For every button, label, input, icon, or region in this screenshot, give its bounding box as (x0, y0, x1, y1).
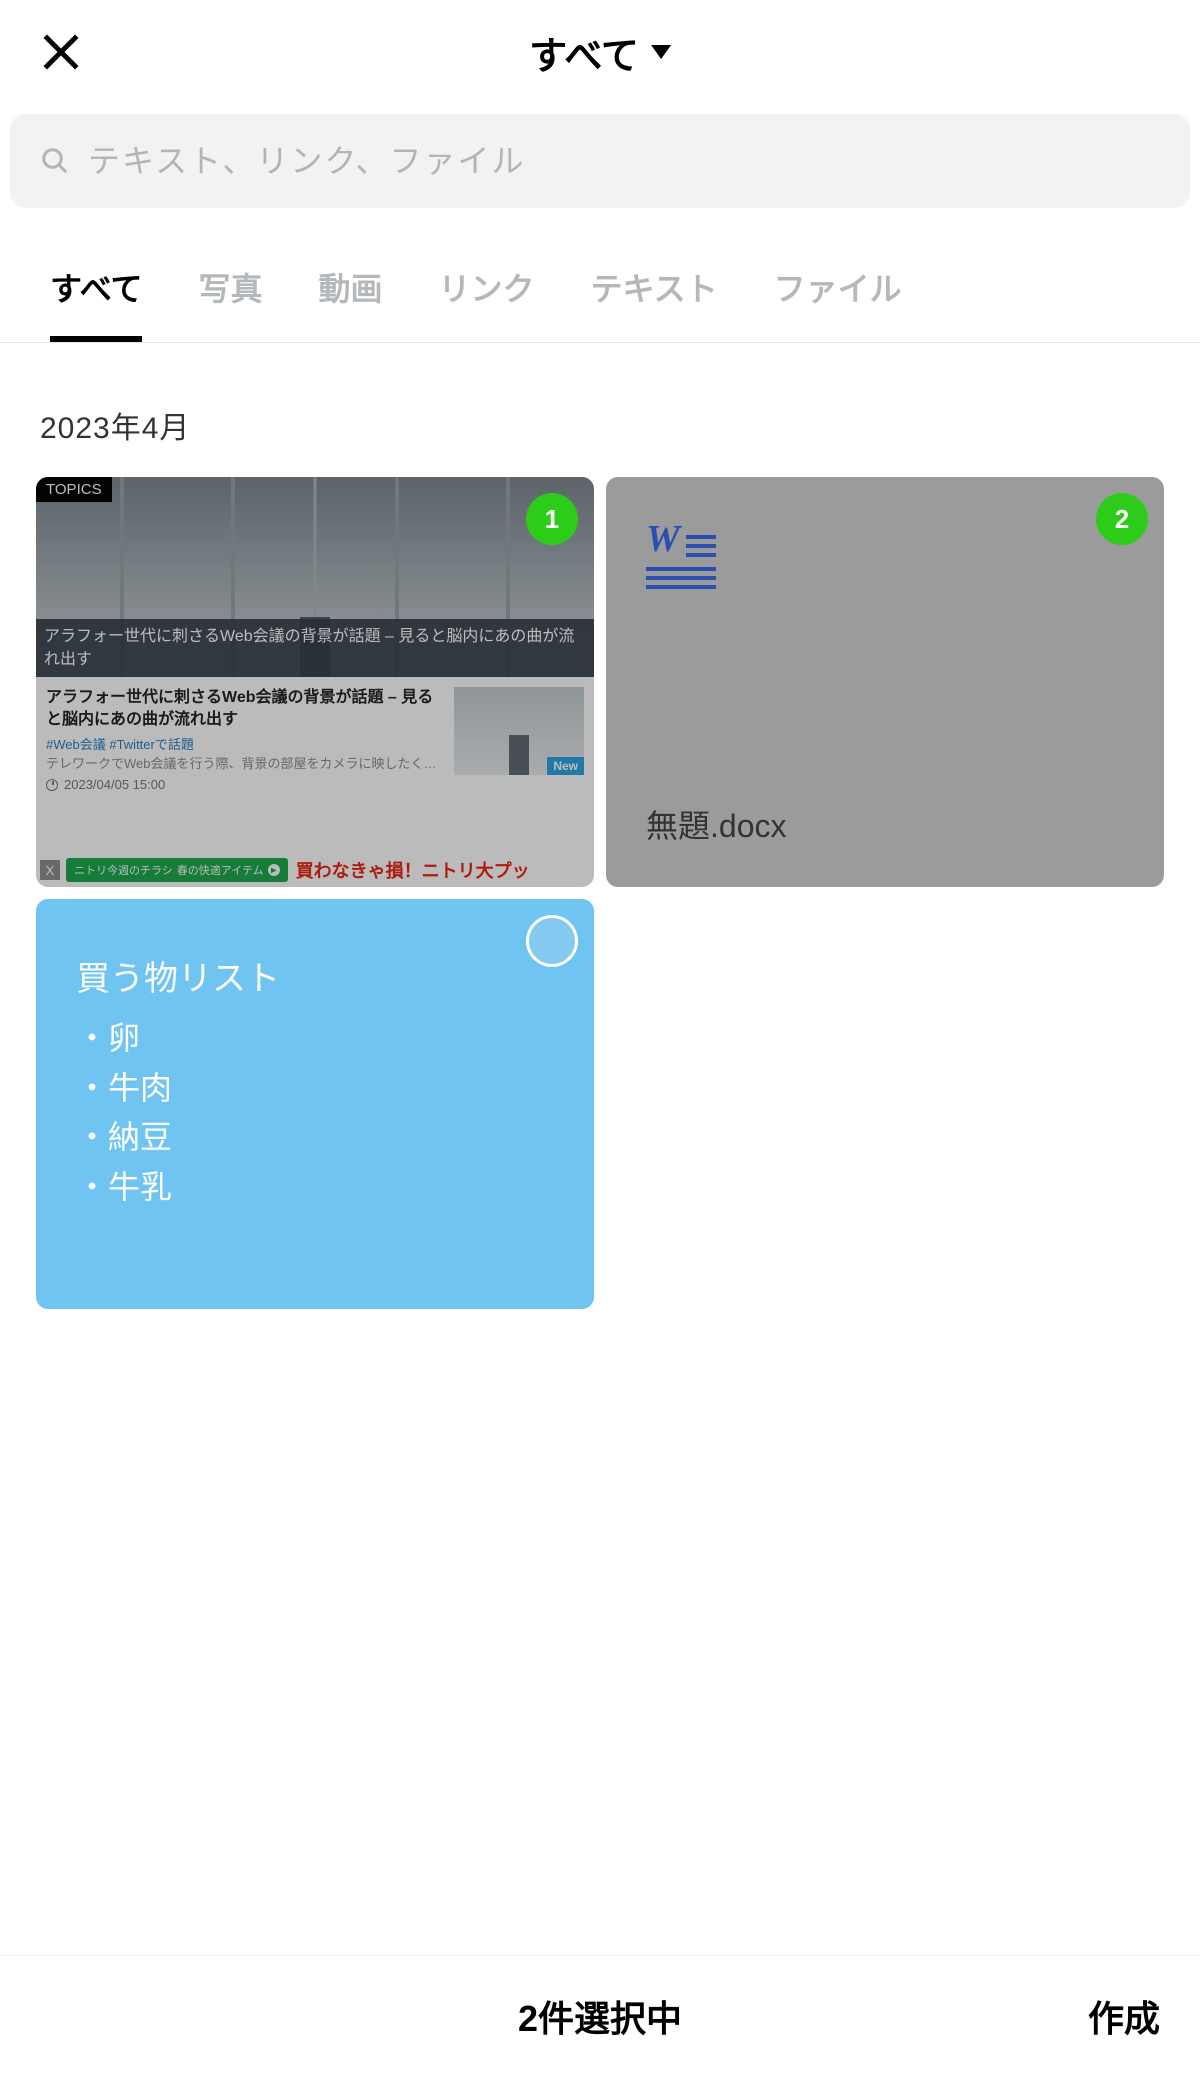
ad-close-icon[interactable]: X (40, 860, 60, 880)
tab-files[interactable]: ファイル (774, 264, 902, 342)
note-item: ・牛乳 (76, 1163, 554, 1213)
card-file[interactable]: 2 W 無題.docx (606, 477, 1164, 887)
article-title: アラフォー世代に刺さるWeb会議の背景が話題 – 見ると脳内にあの曲が流れ出す (46, 687, 444, 730)
note-item: ・納豆 (76, 1113, 554, 1163)
tab-text[interactable]: テキスト (591, 264, 718, 342)
footer-bar: 2件選択中 作成 (0, 1955, 1200, 2075)
word-letter: W (646, 517, 680, 561)
search-icon (40, 146, 70, 176)
hero-caption: アラフォー世代に刺さるWeb会議の背景が話題 – 見ると脳内にあの曲が流れ出す (36, 619, 594, 677)
tab-videos[interactable]: 動画 (319, 264, 383, 342)
file-name: 無題.docx (646, 801, 1124, 847)
create-button[interactable]: 作成 (1088, 1990, 1160, 2042)
ad-green-sub: 春の快適アイテム (177, 862, 264, 878)
header-bar: すべて (0, 0, 1200, 104)
search-input[interactable] (88, 143, 1160, 180)
article-date: 2023/04/05 15:00 (46, 777, 444, 792)
content-grid: 1 TOPICS アラフォー世代に刺さるWeb会議の背景が話題 – 見ると脳内に… (0, 477, 1200, 1309)
article-hero-image: TOPICS アラフォー世代に刺さるWeb会議の背景が話題 – 見ると脳内にあの… (36, 477, 594, 677)
close-icon[interactable] (40, 31, 82, 73)
note-item: ・卵 (76, 1014, 554, 1064)
ad-green-pill: ニトリ今週のチラシ 春の快適アイテム ▸ (66, 858, 288, 882)
article-thumbnail: New (454, 687, 584, 775)
selection-status: 2件選択中 (518, 1990, 682, 2042)
note-item: ・牛肉 (76, 1064, 554, 1114)
card-article[interactable]: 1 TOPICS アラフォー世代に刺さるWeb会議の背景が話題 – 見ると脳内に… (36, 477, 594, 887)
tab-all[interactable]: すべて (50, 264, 142, 342)
chevron-down-icon (651, 45, 671, 59)
article-body: アラフォー世代に刺さるWeb会議の背景が話題 – 見ると脳内にあの曲が流れ出す … (36, 677, 594, 802)
new-badge: New (547, 757, 584, 775)
topics-tag: TOPICS (36, 477, 112, 502)
search-bar[interactable] (10, 114, 1190, 208)
play-icon: ▸ (268, 864, 280, 876)
note-title: 買う物リスト (76, 951, 554, 1000)
page-title: すべて (529, 25, 639, 80)
clock-icon (46, 779, 58, 791)
selection-badge-empty[interactable] (526, 915, 578, 967)
article-desc: テレワークでWeb会議を行う際、背景の部屋をカメラに映したく… (46, 755, 444, 773)
tab-links[interactable]: リンク (439, 264, 535, 342)
section-date: 2023年4月 (0, 343, 1200, 477)
selection-badge[interactable]: 1 (526, 493, 578, 545)
tab-photos[interactable]: 写真 (198, 264, 262, 342)
ad-green-label: ニトリ今週のチラシ (74, 862, 173, 878)
ad-strip: X ニトリ今週のチラシ 春の快適アイテム ▸ 買わなきゃ損！ニトリ大プッ (36, 853, 594, 887)
title-dropdown[interactable]: すべて (529, 25, 671, 80)
card-note[interactable]: 買う物リスト ・卵 ・牛肉 ・納豆 ・牛乳 (36, 899, 594, 1309)
ad-red-text: 買わなきゃ損！ニトリ大プッ (288, 853, 594, 887)
article-date-text: 2023/04/05 15:00 (64, 777, 165, 792)
article-tags: #Web会議 #Twitterで話題 (46, 734, 444, 753)
word-doc-icon: W (646, 517, 716, 589)
tabs-row: すべて 写真 動画 リンク テキスト ファイル (0, 208, 1200, 343)
selection-badge[interactable]: 2 (1096, 493, 1148, 545)
